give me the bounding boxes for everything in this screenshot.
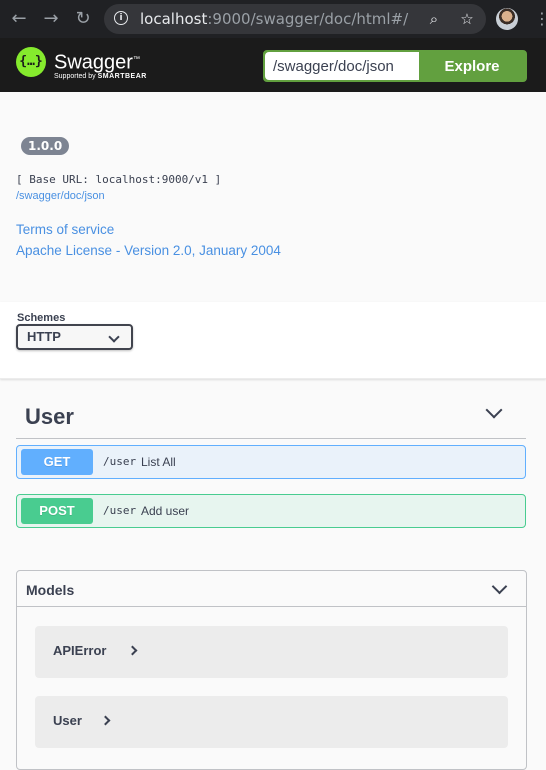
zoom-icon[interactable]: ⌕ [425,10,443,28]
spec-url-input[interactable] [265,52,419,80]
logo-name: Swagger [54,51,133,74]
schemes-container: Schemes HTTP [0,302,546,379]
operation-get-user[interactable]: GET /user List All [16,445,526,479]
tag-title: User [25,404,74,429]
address-bar[interactable]: i localhost:9000/swagger/doc/html#/ ⌕ ☆ [104,4,486,34]
model-item-user[interactable]: User [35,696,508,748]
version-badge: 1.0.0 [21,137,70,155]
logo-trademark: ™ [132,56,140,63]
chevron-right-icon [100,715,111,726]
forward-icon[interactable]: → [40,8,62,30]
bookmark-star-icon[interactable]: ☆ [458,10,476,28]
url-path: :9000/swagger/doc/html#/ [207,10,409,28]
profile-avatar[interactable] [496,8,518,30]
chevron-down-icon[interactable] [485,401,503,419]
logo-subtitle: Supported by SMARTBEAR [54,73,147,81]
browser-toolbar: ← → ↻ i localhost:9000/swagger/doc/html#… [0,0,546,38]
logo-sub-prefix: Supported by [54,73,98,80]
operation-path: /user [103,455,137,468]
base-url: [ Base URL: localhost:9000/v1 ] [16,173,222,186]
explore-button[interactable]: Explore [419,52,525,80]
schemes-select[interactable]: HTTP [16,324,133,350]
method-badge-post: POST [21,498,93,524]
operation-summary: List All [141,455,176,469]
divider [17,606,526,607]
back-icon[interactable]: ← [8,8,30,30]
chevron-down-icon[interactable] [491,578,508,595]
license-link[interactable]: Apache License - Version 2.0, January 20… [16,243,281,258]
info-icon[interactable]: i [114,11,128,25]
spec-json-link[interactable]: /swagger/doc/json [16,190,105,202]
operation-post-user[interactable]: POST /user Add user [16,494,526,528]
schemes-selected-value: HTTP [27,329,61,344]
explore-form: Explore [263,50,527,82]
operation-path: /user [103,504,137,517]
url-host: localhost [140,10,208,28]
method-badge-get: GET [21,449,93,475]
schemes-label: Schemes [17,312,66,324]
terms-of-service-link[interactable]: Terms of service [16,222,114,237]
chevron-down-icon [108,331,120,343]
model-item-apierror[interactable]: APIError [35,626,508,678]
models-title[interactable]: Models [26,582,74,598]
reload-icon[interactable]: ↻ [72,8,94,30]
operation-summary: Add user [141,504,190,518]
model-name: APIError [53,643,107,658]
swagger-logo-icon[interactable]: {…} [16,47,46,77]
chevron-right-icon [127,645,138,656]
swagger-logo-text[interactable]: Swagger™ [54,49,140,74]
address-url[interactable]: localhost:9000/swagger/doc/html#/ [140,11,408,27]
logo-sub-brand: SMARTBEAR [97,73,147,80]
models-section: Models APIError User [16,570,527,770]
browser-menu-icon[interactable]: ⋮ [534,8,546,30]
model-name: User [53,713,82,728]
tag-header-user[interactable]: User [16,392,526,439]
